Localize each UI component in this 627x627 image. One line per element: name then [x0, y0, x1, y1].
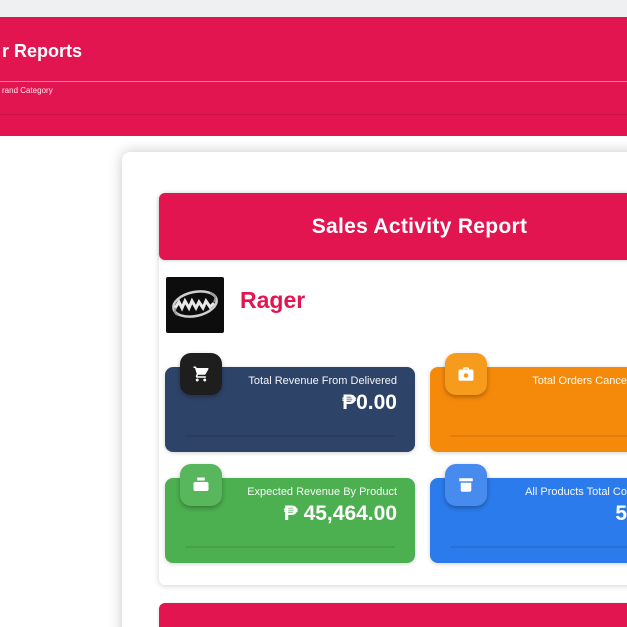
section-title: Sales Activity Report	[311, 214, 528, 238]
stat-divider	[185, 546, 395, 548]
archive-box-icon	[445, 464, 487, 506]
screen: r Reports rand Category Sales Activity R…	[0, 0, 627, 627]
stat-value: 5	[615, 502, 627, 525]
app-header: r Reports rand Category	[0, 17, 627, 136]
stat-label: All Products Total Co	[525, 486, 627, 498]
page-title: r Reports	[2, 41, 83, 61]
stat-divider	[185, 435, 395, 437]
header-divider-bottom	[0, 114, 627, 115]
stat-value: ₱0.00	[342, 391, 397, 414]
top-strip	[0, 0, 627, 17]
stat-label: Total Orders Cance	[532, 375, 627, 387]
stat-divider	[450, 435, 627, 437]
brand-name: Rager	[240, 287, 306, 313]
cart-icon	[180, 353, 222, 395]
stat-label: Expected Revenue By Product	[247, 486, 397, 498]
report-card: Sales Activity Report Rager Total Revenu…	[122, 152, 627, 627]
stat-divider	[450, 546, 627, 548]
section-header-banner: Sales Activity Report	[159, 193, 627, 260]
sales-activity-section: Sales Activity Report Rager Total Revenu…	[159, 193, 627, 585]
cash-register-icon	[180, 464, 222, 506]
next-section-header-banner	[159, 603, 627, 627]
breadcrumb-brand-category: rand Category	[2, 86, 53, 95]
header-divider	[0, 81, 627, 82]
stat-label: Total Revenue From Delivered	[248, 375, 397, 387]
stat-value: ₱ 45,464.00	[283, 502, 397, 525]
briefcase-icon	[445, 353, 487, 395]
brand-logo-image	[166, 277, 224, 333]
band-logo-art	[172, 290, 218, 318]
